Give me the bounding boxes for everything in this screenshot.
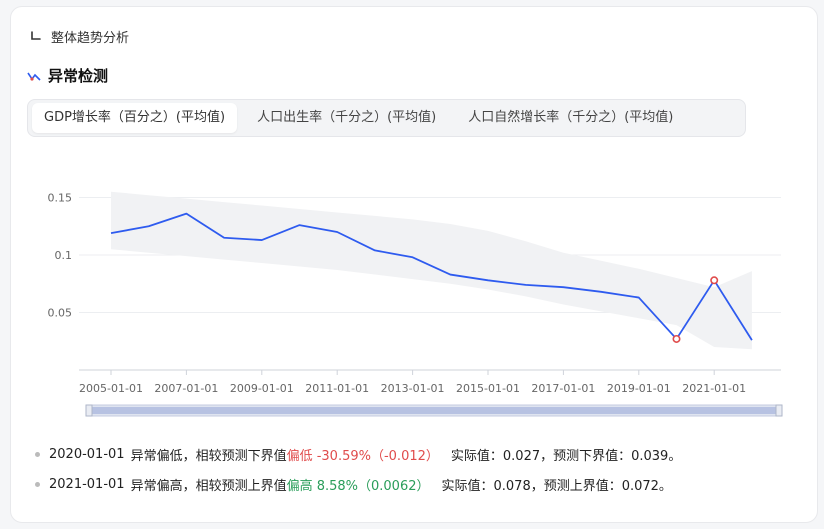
x-tick-label: 2005-01-01 xyxy=(79,382,143,395)
y-tick-label: 0.15 xyxy=(48,192,73,205)
x-tick-label: 2009-01-01 xyxy=(230,382,294,395)
bullet-icon xyxy=(35,481,40,487)
slider-handle-right[interactable] xyxy=(775,404,783,417)
anomaly-note-high: 2021-01-01 异常偏高，相较预测上界值 偏高 8.58%（0.0062）… xyxy=(35,469,681,499)
zoom-slider xyxy=(85,404,783,417)
note-text: 异常偏低，相较预测下界值 xyxy=(130,448,287,464)
bullet-icon xyxy=(35,451,40,457)
anomaly-notes: 2020-01-01 异常偏低，相较预测下界值 偏低 -30.59%（-0.01… xyxy=(35,439,681,499)
prediction-band xyxy=(111,191,752,350)
x-tick-label: 2011-01-01 xyxy=(305,382,369,395)
note-detail: 实际值：0.078，预测上界值：0.072。 xyxy=(441,478,672,494)
x-tick-label: 2017-01-01 xyxy=(531,382,595,395)
anomaly-point xyxy=(710,276,719,285)
y-tick-label: 0.1 xyxy=(55,249,73,262)
note-deviation: 偏低 -30.59%（-0.012） xyxy=(286,448,439,464)
anomaly-line-chart: 0.05 0.1 0.15 2005-01-01 2007-01-01 2009-01-0… xyxy=(48,191,783,417)
slider-handle-grip xyxy=(85,404,93,417)
note-date: 2021-01-01 xyxy=(49,476,125,492)
anomaly-point xyxy=(672,334,681,343)
note-text: 异常偏高，相较预测上界值 xyxy=(130,478,287,494)
x-tick-label: 2015-01-01 xyxy=(456,382,520,395)
x-tick-label: 2013-01-01 xyxy=(381,382,445,395)
note-deviation: 偏高 8.58%（0.0062） xyxy=(286,478,430,494)
anomaly-note-low: 2020-01-01 异常偏低，相较预测下界值 偏低 -30.59%（-0.01… xyxy=(35,439,681,469)
y-tick-label: 0.05 xyxy=(48,307,73,320)
x-tick-label: 2007-01-01 xyxy=(154,382,218,395)
x-tick-label: 2021-01-01 xyxy=(682,382,746,395)
slider-handle-left[interactable] xyxy=(85,404,93,417)
analysis-card: 整体趋势分析 异常检测 GDP增长率（百分之）(平均值) 人口出生率（千分之）(… xyxy=(10,6,818,523)
slider-window xyxy=(91,407,777,414)
note-detail: 实际值：0.027，预测下界值：0.039。 xyxy=(450,448,682,464)
x-tick-label: 2019-01-01 xyxy=(607,382,671,395)
note-date: 2020-01-01 xyxy=(49,446,125,462)
slider-handle-grip xyxy=(775,404,783,417)
